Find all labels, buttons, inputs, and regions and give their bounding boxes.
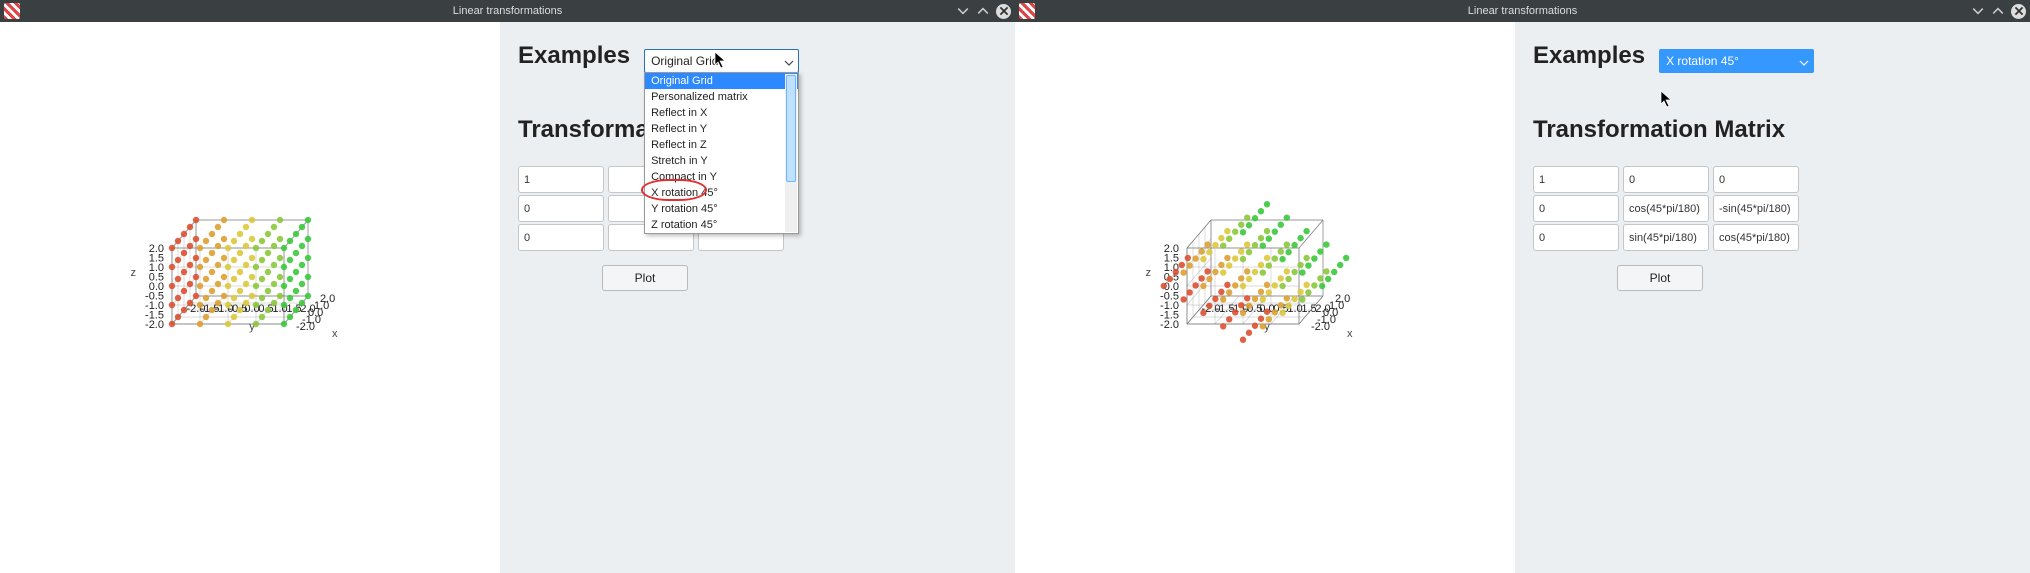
svg-text:z: z [131, 267, 137, 279]
examples-label: Examples [1533, 42, 1645, 70]
svg-text:x: x [332, 328, 338, 340]
svg-text:x: x [1347, 328, 1353, 340]
option-compact-y[interactable]: Compact in Y [645, 169, 798, 185]
option-x-rotation-45[interactable]: X rotation 45° [645, 185, 798, 201]
window-title: Linear transformations [0, 5, 1015, 17]
option-reflect-x[interactable]: Reflect in X [645, 105, 798, 121]
matrix-heading: Transformation Matrix [1533, 116, 1785, 144]
svg-text:-2.0: -2.0 [145, 319, 164, 331]
matrix-r1c1[interactable] [1623, 195, 1709, 222]
app-icon [4, 3, 20, 19]
matrix-r1c0[interactable] [1533, 195, 1619, 222]
option-reflect-z[interactable]: Reflect in Z [645, 137, 798, 153]
scrollbar-thumb[interactable] [786, 75, 796, 182]
plot-button-right[interactable]: Plot [1617, 265, 1703, 291]
matrix-heading-partial: Transforma [518, 116, 649, 144]
controls-panel-right: Examples X rotation 45° Transformation M… [1515, 22, 2030, 573]
plot-area-right: 2.01.51.00.50.0-0.5-1.0-1.5-2.0-2.0-1.5-… [1015, 22, 1515, 573]
titlebar-right[interactable]: Linear transformations [1015, 0, 2030, 22]
app-icon [1019, 3, 1035, 19]
matrix-r0c1[interactable] [1623, 166, 1709, 193]
minimize-icon[interactable] [1971, 4, 1985, 18]
close-icon[interactable] [996, 4, 1011, 19]
matrix-r1c2[interactable] [1713, 195, 1799, 222]
close-icon[interactable] [2011, 4, 2026, 19]
matrix-r2c0[interactable] [518, 224, 604, 251]
select-display-text: X rotation 45° [1666, 54, 1739, 68]
mouse-cursor-right [1660, 90, 1674, 108]
window-title: Linear transformations [1015, 5, 2030, 17]
select-display-text: Original Grid [651, 54, 718, 68]
window-right: Linear transformations 2.01.51.00.50.0-0… [1015, 0, 2030, 573]
examples-select-right[interactable]: X rotation 45° [1659, 49, 1814, 73]
matrix-r0c0[interactable] [1533, 166, 1619, 193]
option-original-grid[interactable]: Original Grid [645, 73, 798, 89]
controls-panel-left: Examples Original Grid Original Grid Per… [500, 22, 1015, 573]
plot-area-left: 2.01.51.00.50.0-0.5-1.0-1.5-2.0-2.0-1.5-… [0, 22, 500, 573]
titlebar-left[interactable]: Linear transformations [0, 0, 1015, 22]
dropdown-scrollbar[interactable] [785, 74, 797, 232]
examples-label: Examples [518, 42, 630, 70]
matrix-r2c1[interactable] [1623, 224, 1709, 251]
plot-button-left[interactable]: Plot [602, 265, 688, 291]
svg-text:2.0: 2.0 [320, 293, 335, 305]
minimize-icon[interactable] [956, 4, 970, 18]
svg-text:z: z [1146, 267, 1152, 279]
svg-text:2.0: 2.0 [1335, 293, 1350, 305]
svg-text:1.5: 1.5 [1301, 303, 1316, 315]
option-personalized-matrix[interactable]: Personalized matrix [645, 89, 798, 105]
svg-text:-2.0: -2.0 [1160, 319, 1179, 331]
matrix-r2c0[interactable] [1533, 224, 1619, 251]
maximize-icon[interactable] [1991, 4, 2005, 18]
matrix-r2c2[interactable] [1713, 224, 1799, 251]
option-reflect-y[interactable]: Reflect in Y [645, 121, 798, 137]
plot-3d-right[interactable]: 2.01.51.00.50.0-0.5-1.0-1.5-2.0-2.0-1.5-… [1025, 72, 1455, 452]
option-z-rotation-45[interactable]: Z rotation 45° [645, 217, 798, 233]
matrix-r0c2[interactable] [1713, 166, 1799, 193]
matrix-r0c0[interactable] [518, 166, 604, 193]
matrix-r1c0[interactable] [518, 195, 604, 222]
maximize-icon[interactable] [976, 4, 990, 18]
option-y-rotation-45[interactable]: Y rotation 45° [645, 201, 798, 217]
examples-dropdown: Original Grid Personalized matrix Reflec… [644, 72, 799, 234]
option-stretch-y[interactable]: Stretch in Y [645, 153, 798, 169]
plot-3d-left[interactable]: 2.01.51.00.50.0-0.5-1.0-1.5-2.0-2.0-1.5-… [10, 72, 440, 452]
examples-select-left[interactable]: Original Grid Original Grid Personalized… [644, 49, 799, 73]
matrix-grid-right [1533, 166, 2012, 251]
window-left: Linear transformations 2.01.51.00.50.0-0… [0, 0, 1015, 573]
